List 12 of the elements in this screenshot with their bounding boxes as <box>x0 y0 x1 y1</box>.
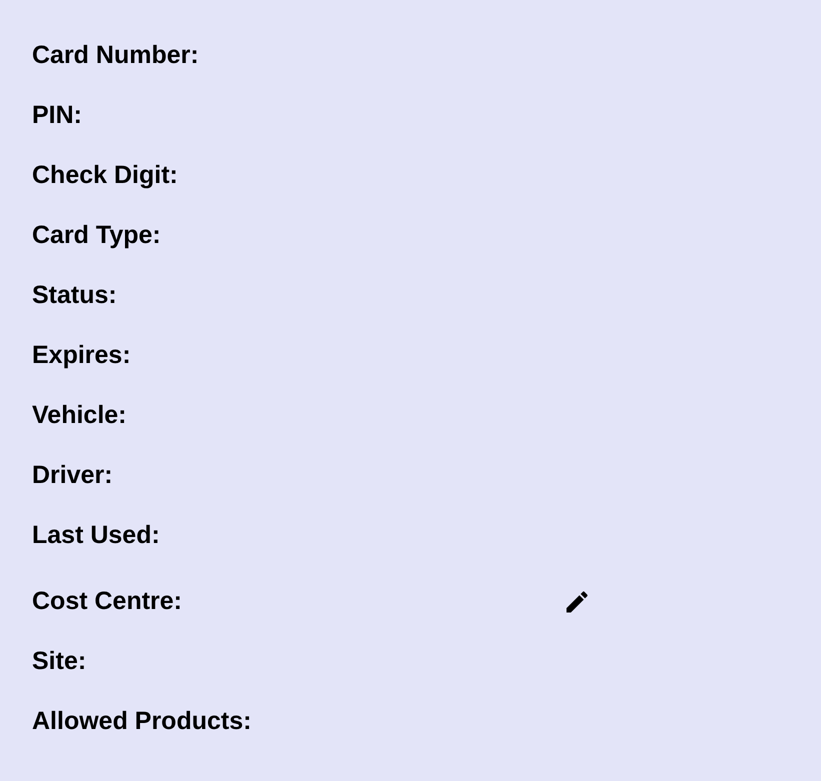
field-label: Card Type: <box>32 221 161 250</box>
field-label: Vehicle: <box>32 401 126 430</box>
field-label: Status: <box>32 281 117 310</box>
field-label: Check Digit: <box>32 161 178 190</box>
field-label: PIN: <box>32 101 82 130</box>
field-label: Expires: <box>32 341 131 370</box>
field-label: Cost Centre: <box>32 587 182 616</box>
field-label: Last Used: <box>32 521 160 550</box>
field-label: Driver: <box>32 461 113 490</box>
field-label: Card Number: <box>32 41 199 70</box>
field-label: Allowed Products: <box>32 707 252 736</box>
field-label: Site: <box>32 647 86 676</box>
